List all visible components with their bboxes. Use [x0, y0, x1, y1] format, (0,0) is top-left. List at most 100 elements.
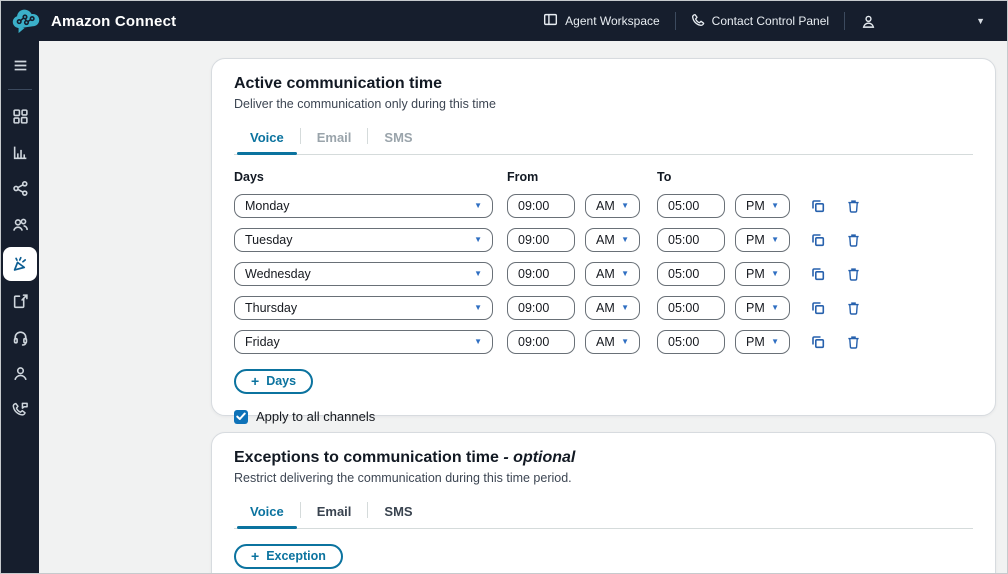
delete-row-button[interactable] — [844, 265, 862, 283]
card-subtitle: Restrict delivering the communication du… — [234, 471, 572, 485]
contact-control-panel-link[interactable]: Contact Control Panel — [676, 13, 844, 30]
schedule-row: Tuesday ▼ 09:00 AM ▼ 05:00 PM ▼ — [234, 228, 973, 252]
from-time-input[interactable]: 09:00 — [507, 330, 575, 354]
delete-row-button[interactable] — [844, 333, 862, 351]
from-time-input[interactable]: 09:00 — [507, 194, 575, 218]
to-meridiem-select[interactable]: PM ▼ — [735, 262, 790, 286]
from-meridiem-select[interactable]: AM ▼ — [585, 296, 640, 320]
copy-row-button[interactable] — [809, 265, 827, 283]
menu-icon[interactable] — [1, 49, 39, 82]
to-time-input[interactable]: 05:00 — [657, 296, 725, 320]
to-time-input[interactable]: 05:00 — [657, 262, 725, 286]
meridiem-value: PM — [746, 233, 765, 247]
delete-row-button[interactable] — [844, 197, 862, 215]
schedule-row: Wednesday ▼ 09:00 AM ▼ 05:00 PM ▼ — [234, 262, 973, 286]
column-header-days: Days — [234, 170, 264, 184]
sidebar-divider — [8, 89, 32, 90]
apply-all-channels-checkbox[interactable] — [234, 409, 248, 424]
to-meridiem-select[interactable]: PM ▼ — [735, 330, 790, 354]
copy-row-button[interactable] — [809, 197, 827, 215]
header-caret-down-icon[interactable]: ▼ — [976, 16, 985, 26]
day-select-value: Friday — [245, 335, 280, 349]
day-select[interactable]: Tuesday ▼ — [234, 228, 493, 252]
caret-down-icon: ▼ — [621, 303, 629, 312]
plus-icon: + — [251, 548, 260, 564]
sidebar-item-users[interactable] — [1, 208, 39, 241]
caret-down-icon: ▼ — [771, 201, 779, 210]
meridiem-value: PM — [746, 267, 765, 281]
caret-down-icon: ▼ — [771, 303, 779, 312]
meridiem-value: AM — [596, 233, 615, 247]
tab-sms[interactable]: SMS — [368, 498, 428, 528]
from-meridiem-select[interactable]: AM ▼ — [585, 194, 640, 218]
from-meridiem-select[interactable]: AM ▼ — [585, 262, 640, 286]
from-time-input[interactable]: 09:00 — [507, 262, 575, 286]
day-select[interactable]: Wednesday ▼ — [234, 262, 493, 286]
column-header-to: To — [657, 170, 672, 184]
to-time-input[interactable]: 05:00 — [657, 194, 725, 218]
sidebar-item-profile[interactable] — [1, 357, 39, 390]
add-days-button[interactable]: + Days — [234, 369, 314, 394]
meridiem-value: AM — [596, 335, 615, 349]
tab-email[interactable]: Email — [301, 498, 368, 528]
day-select-value: Monday — [245, 199, 290, 213]
meridiem-value: AM — [596, 301, 615, 315]
caret-down-icon: ▼ — [771, 337, 779, 346]
tab-sms[interactable]: SMS — [368, 124, 428, 154]
agent-workspace-label: Agent Workspace — [565, 14, 660, 28]
from-meridiem-select[interactable]: AM ▼ — [585, 228, 640, 252]
to-meridiem-select[interactable]: PM ▼ — [735, 194, 790, 218]
sidebar-item-outbound[interactable] — [1, 285, 39, 318]
apply-all-channels-label: Apply to all channels — [256, 409, 376, 424]
day-select-value: Wednesday — [245, 267, 311, 281]
to-meridiem-select[interactable]: PM ▼ — [735, 228, 790, 252]
caret-down-icon: ▼ — [474, 269, 482, 278]
from-time-input[interactable]: 09:00 — [507, 228, 575, 252]
table-headers: Days From To — [234, 170, 973, 184]
to-meridiem-select[interactable]: PM ▼ — [735, 296, 790, 320]
sidebar-item-contact-phone[interactable] — [1, 393, 39, 426]
sidebar-item-campaigns[interactable] — [3, 247, 37, 281]
caret-down-icon: ▼ — [474, 235, 482, 244]
from-meridiem-select[interactable]: AM ▼ — [585, 330, 640, 354]
app-window: Amazon Connect Agent Workspace Contact C… — [0, 0, 1008, 574]
delete-row-button[interactable] — [844, 299, 862, 317]
card-subtitle: Deliver the communication only during th… — [234, 97, 496, 111]
caret-down-icon: ▼ — [474, 303, 482, 312]
sidebar-item-agent-headset[interactable] — [1, 321, 39, 354]
day-select-value: Thursday — [245, 301, 298, 315]
add-exception-button[interactable]: + Exception — [234, 544, 343, 569]
card-title: Exceptions to communication time - optio… — [234, 449, 973, 467]
to-time-input[interactable]: 05:00 — [657, 228, 725, 252]
caret-down-icon: ▼ — [771, 269, 779, 278]
channel-tabs: Voice Email SMS — [234, 498, 973, 529]
copy-row-button[interactable] — [809, 333, 827, 351]
caret-down-icon: ▼ — [474, 337, 482, 346]
copy-row-button[interactable] — [809, 231, 827, 249]
from-time-input[interactable]: 09:00 — [507, 296, 575, 320]
sidebar-item-dashboard[interactable] — [1, 100, 39, 133]
plus-icon: + — [251, 373, 260, 389]
day-select-value: Tuesday — [245, 233, 293, 247]
sidebar-item-analytics[interactable] — [1, 136, 39, 169]
delete-row-button[interactable] — [844, 231, 862, 249]
caret-down-icon: ▼ — [474, 201, 482, 210]
user-icon[interactable] — [845, 14, 880, 29]
tab-email[interactable]: Email — [301, 124, 368, 154]
to-time-input[interactable]: 05:00 — [657, 330, 725, 354]
apply-all-channels-row: Apply to all channels — [234, 409, 973, 424]
day-select[interactable]: Monday ▼ — [234, 194, 493, 218]
meridiem-value: PM — [746, 301, 765, 315]
agent-workspace-link[interactable]: Agent Workspace — [528, 12, 675, 30]
meridiem-value: AM — [596, 199, 615, 213]
tab-voice[interactable]: Voice — [234, 124, 300, 155]
caret-down-icon: ▼ — [621, 337, 629, 346]
tab-voice[interactable]: Voice — [234, 498, 300, 529]
copy-row-button[interactable] — [809, 299, 827, 317]
day-select[interactable]: Friday ▼ — [234, 330, 493, 354]
day-select[interactable]: Thursday ▼ — [234, 296, 493, 320]
sidebar-item-routing[interactable] — [1, 172, 39, 205]
card-title-text: Exceptions to communication time — [234, 449, 499, 466]
column-header-from: From — [507, 170, 539, 184]
channel-tabs: Voice Email SMS — [234, 124, 973, 155]
